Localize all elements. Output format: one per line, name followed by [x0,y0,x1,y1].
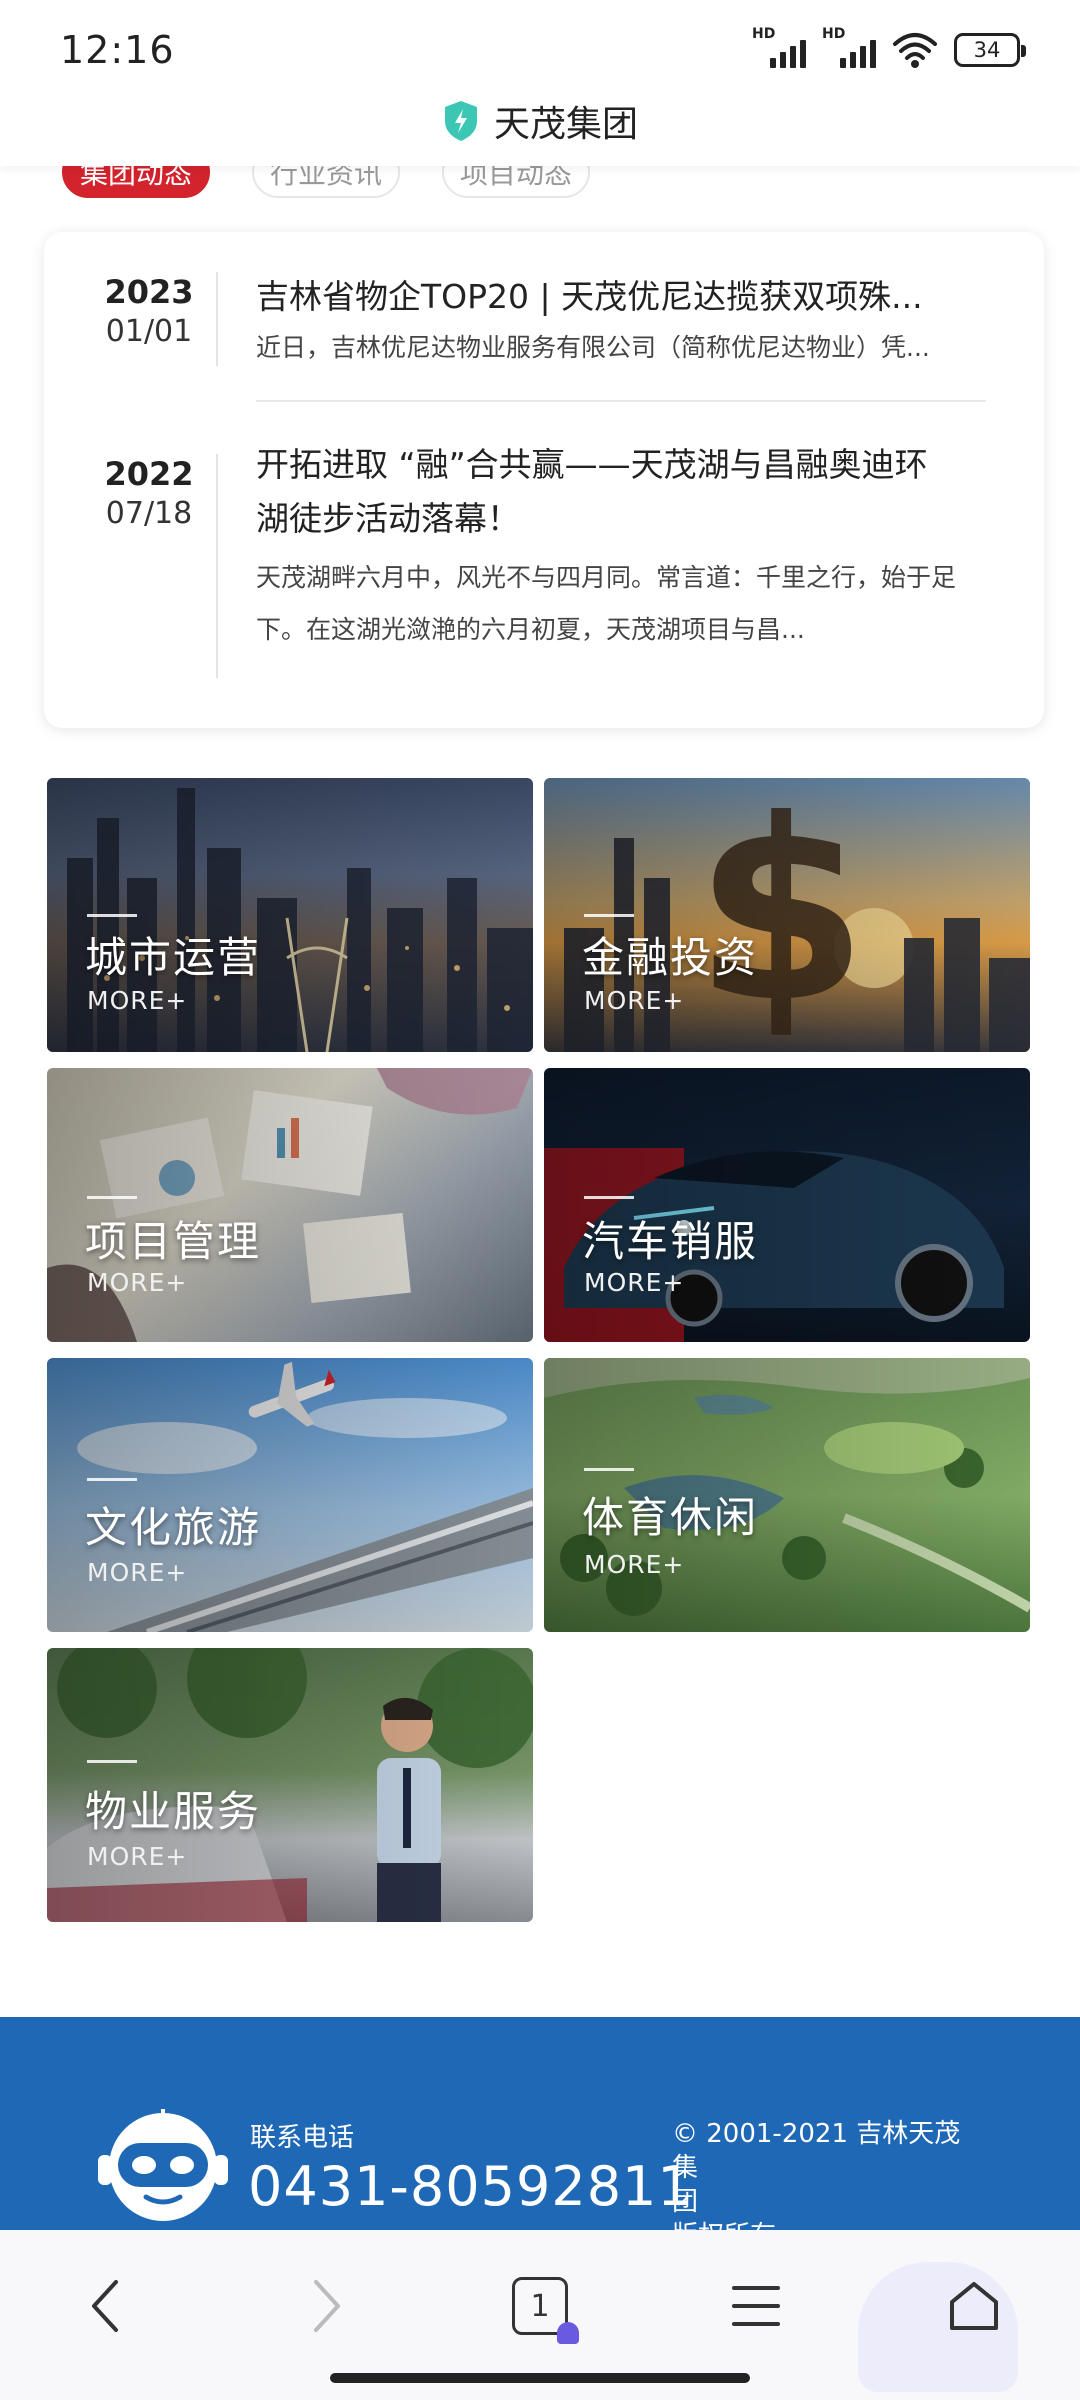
tabs-count-icon: 1 [512,2277,579,2344]
tile-accent-line [584,914,634,917]
business-tile-project-management[interactable]: 项目管理 MORE+ [47,1068,533,1342]
shield-bolt-icon [444,101,477,141]
phone-label: 联系电话 [250,2123,355,2153]
tile-more-link[interactable]: MORE+ [87,986,187,1015]
news-item[interactable]: 2022 07/18 开拓进取 “融”合共赢——天茂湖与昌融奥迪环 湖徒步活动落… [44,402,1044,728]
home-icon [950,2282,998,2330]
chevron-left-icon [92,2280,118,2332]
news-summary: 天茂湖畔六月中，风光不与四月同。常言道：千里之行，始于足 [256,563,957,592]
tile-accent-line [87,1478,137,1481]
news-date: 2022 07/18 [64,454,234,534]
news-divider [216,272,218,366]
gesture-home-indicator[interactable] [330,2373,750,2383]
hamburger-menu-icon [732,2286,780,2326]
news-title[interactable]: 吉林省物企TOP20 | 天茂优尼达揽获双项殊... [256,270,986,324]
business-tile-culture-tourism[interactable]: 文化旅游 MORE+ [47,1358,533,1632]
tile-more-link[interactable]: MORE+ [584,1268,684,1297]
tile-title: 项目管理 [85,1217,262,1266]
chevron-right-icon [314,2280,340,2332]
tile-accent-line [584,1196,634,1199]
tile-more-link[interactable]: MORE+ [584,986,684,1015]
phone-number[interactable]: 0431-80592811 [248,2155,693,2218]
news-month-day: 07/18 [105,496,193,531]
tile-title: 物业服务 [85,1787,262,1836]
news-date: 2023 01/01 [64,272,234,352]
tile-title: 体育休闲 [582,1493,759,1542]
tile-more-link[interactable]: MORE+ [87,1842,187,1871]
status-icons: HD HD 34 [752,26,1026,72]
tabs-button[interactable]: 1 [500,2266,580,2346]
forward-button[interactable] [286,2266,366,2346]
news-summary: 近日，吉林优尼达物业服务有限公司（简称优尼达物业）凭... [256,333,930,362]
business-tile-property-service[interactable]: 物业服务 MORE+ [47,1648,533,1922]
tile-accent-line [87,1760,137,1763]
home-button[interactable] [934,2266,1014,2346]
news-month-day: 01/01 [105,314,193,349]
tile-title: 城市运营 [85,933,262,982]
battery-icon: 34 [954,33,1026,67]
customer-service-robot-icon [98,2109,228,2221]
ghost-badge-icon [557,2322,579,2344]
news-item[interactable]: 2023 01/01 吉林省物企TOP20 | 天茂优尼达揽获双项殊... 近日… [44,232,1044,402]
tile-more-link[interactable]: MORE+ [584,1550,684,1579]
business-tile-finance-investment[interactable]: $ 金融投资 MORE+ [544,778,1030,1052]
news-year: 2022 [104,455,194,493]
tile-title: 汽车销服 [582,1217,759,1266]
news-summary-cont: 下。在这湖光潋滟的六月初夏，天茂湖项目与昌... [256,615,805,644]
business-tile-sports-leisure[interactable]: 体育休闲 MORE+ [544,1358,1030,1632]
menu-button[interactable] [716,2266,796,2346]
business-tile-city-operation[interactable]: 城市运营 MORE+ [47,778,533,1052]
title-bar: 天茂集团 [0,76,1080,166]
news-list: 2023 01/01 吉林省物企TOP20 | 天茂优尼达揽获双项殊... 近日… [44,232,1044,728]
back-button[interactable] [66,2266,146,2346]
news-year: 2023 [104,273,194,311]
business-tile-auto-sales[interactable]: 汽车销服 MORE+ [544,1068,1030,1342]
news-title-cont[interactable]: 湖徒步活动落幕！ [256,492,986,546]
status-time: 12:16 [60,28,175,72]
tile-title: 文化旅游 [85,1503,262,1552]
tile-accent-line [87,1196,137,1199]
tile-more-link[interactable]: MORE+ [87,1558,187,1587]
tile-more-link[interactable]: MORE+ [87,1268,187,1297]
tile-accent-line [584,1468,634,1471]
news-divider [216,454,218,678]
news-title[interactable]: 开拓进取 “融”合共赢——天茂湖与昌融奥迪环 [256,438,986,492]
tile-accent-line [87,914,137,917]
page-title: 天茂集团 [493,104,638,145]
tile-title: 金融投资 [582,933,759,982]
wifi-icon [893,33,937,68]
cell-signal-icon: HD [752,26,806,70]
cell-signal-icon: HD [822,26,876,70]
site-footer: 联系电话 0431-80592811 © 2001-2021 吉林天茂集 团 版… [0,2017,1080,2251]
